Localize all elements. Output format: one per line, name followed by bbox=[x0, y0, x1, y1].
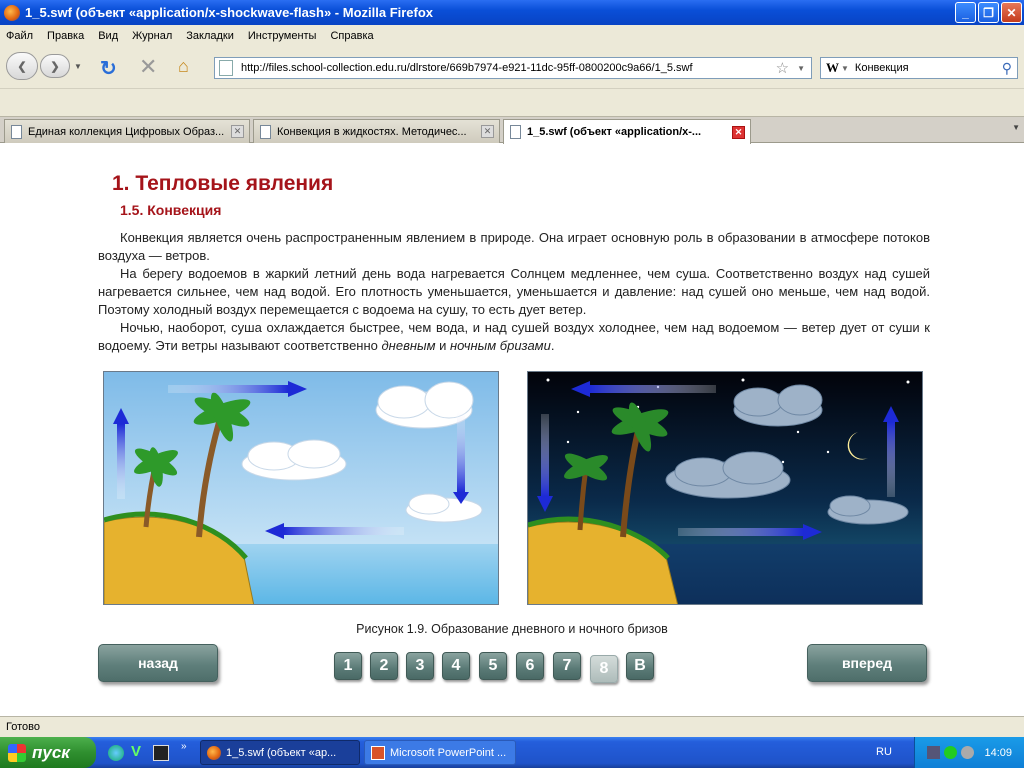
page-button-8-current[interactable]: 8 bbox=[590, 655, 618, 683]
day-breeze-illustration bbox=[103, 371, 499, 605]
wikipedia-icon[interactable]: W bbox=[826, 60, 839, 76]
status-bar: Готово bbox=[0, 716, 1024, 737]
clock: 14:09 bbox=[984, 746, 1012, 759]
menu-edit[interactable]: Правка bbox=[47, 30, 84, 42]
url-text[interactable]: http://files.school-collection.edu.ru/dl… bbox=[241, 62, 776, 74]
page-button-3[interactable]: 3 bbox=[406, 652, 434, 680]
tab-swf-active[interactable]: 1_5.swf (объект «application/x-... ✕ bbox=[503, 119, 751, 144]
paragraph-3: Ночью, наоборот, суша охлаждается быстре… bbox=[98, 319, 930, 355]
minimize-button[interactable]: _ bbox=[955, 2, 976, 23]
night-breeze-term: ночным бризами bbox=[450, 338, 551, 353]
page-icon bbox=[11, 124, 22, 139]
paragraph-3-conj: и bbox=[435, 338, 450, 353]
search-input[interactable]: Конвекция bbox=[855, 62, 1002, 74]
bookmark-star-icon[interactable]: ☆ bbox=[776, 59, 789, 77]
tab-label: Конвекция в жидкостях. Методичес... bbox=[277, 125, 467, 138]
night-breeze-illustration bbox=[527, 371, 923, 605]
tab-label: Единая коллекция Цифровых Образ... bbox=[28, 125, 225, 138]
volume-icon[interactable] bbox=[961, 746, 975, 759]
bookmarks-toolbar bbox=[0, 89, 1024, 117]
close-tab-icon[interactable]: ✕ bbox=[231, 125, 244, 138]
taskbar: пуск V » 1_5.swf (объект «ap... Microsof… bbox=[0, 737, 1024, 768]
page-button-6[interactable]: 6 bbox=[516, 652, 544, 680]
history-dropdown-icon[interactable]: ▼ bbox=[74, 62, 82, 71]
menu-history[interactable]: Журнал bbox=[132, 30, 172, 42]
antivirus-quicklaunch-icon[interactable]: V bbox=[131, 743, 141, 760]
back-button[interactable]: ❮ bbox=[6, 52, 38, 80]
search-icon[interactable]: ⚲ bbox=[1002, 60, 1012, 77]
flash-content: 1. Тепловые явления 1.5. Конвекция Конве… bbox=[0, 144, 1024, 716]
window-title: 1_5.swf (объект «application/x-shockwave… bbox=[25, 5, 434, 20]
paragraph-1: Конвекция является очень распространенны… bbox=[98, 230, 930, 263]
tab-strip: Единая коллекция Цифровых Образ... ✕ Кон… bbox=[0, 117, 1024, 144]
page-button-4[interactable]: 4 bbox=[442, 652, 470, 680]
maximize-button[interactable]: ❐ bbox=[978, 2, 999, 23]
page-title: 1. Тепловые явления bbox=[112, 172, 334, 195]
quicklaunch-expand-icon[interactable]: » bbox=[181, 741, 187, 752]
task-label: Microsoft PowerPoint ... bbox=[390, 746, 507, 759]
page-icon bbox=[219, 60, 233, 76]
firefox-icon bbox=[207, 745, 221, 760]
back-arrow-icon: ❮ bbox=[17, 60, 27, 73]
home-icon[interactable]: ⌂ bbox=[178, 56, 189, 77]
reload-icon[interactable]: ↻ bbox=[100, 56, 117, 81]
address-bar[interactable]: http://files.school-collection.edu.ru/dl… bbox=[214, 57, 812, 79]
windows-logo-icon bbox=[8, 743, 26, 762]
network-icon[interactable] bbox=[927, 746, 941, 759]
close-tab-icon[interactable]: ✕ bbox=[481, 125, 494, 138]
firefox-icon bbox=[4, 4, 20, 21]
browser-window: 1_5.swf (объект «application/x-shockwave… bbox=[0, 0, 1024, 768]
page-icon bbox=[260, 124, 271, 139]
paragraph-3-end: . bbox=[550, 338, 555, 353]
forward-button[interactable]: ❯ bbox=[40, 54, 70, 78]
tab-convection-method[interactable]: Конвекция в жидкостях. Методичес... ✕ bbox=[253, 119, 500, 143]
url-dropdown-icon[interactable]: ▼ bbox=[797, 64, 805, 73]
tab-collection[interactable]: Единая коллекция Цифровых Образ... ✕ bbox=[4, 119, 250, 143]
task-label: 1_5.swf (объект «ap... bbox=[226, 746, 337, 759]
close-tab-icon[interactable]: ✕ bbox=[732, 125, 745, 139]
figure-caption: Рисунок 1.9. Образование дневного и ночн… bbox=[356, 622, 668, 636]
page-icon bbox=[510, 125, 521, 139]
navigation-toolbar: ❮ ❯ ▼ ↻ ✕ ⌂ http://files.school-collecti… bbox=[0, 46, 1024, 89]
forward-arrow-icon: ❯ bbox=[50, 60, 60, 73]
taskbar-item-firefox[interactable]: 1_5.swf (объект «ap... bbox=[200, 740, 360, 765]
menu-tools[interactable]: Инструменты bbox=[248, 30, 317, 42]
forward-nav-button[interactable]: вперед bbox=[807, 644, 927, 682]
ie-quicklaunch-icon[interactable] bbox=[108, 745, 124, 761]
powerpoint-icon bbox=[371, 745, 385, 760]
menu-bar: Файл Правка Вид Журнал Закладки Инструме… bbox=[0, 25, 1024, 46]
title-bar: 1_5.swf (объект «application/x-shockwave… bbox=[0, 0, 1024, 25]
day-breeze-term: дневным bbox=[381, 338, 436, 353]
body-text: Конвекция является очень распространенны… bbox=[98, 229, 930, 355]
search-bar[interactable]: W ▼ Конвекция ⚲ bbox=[820, 57, 1018, 79]
back-nav-button[interactable]: назад bbox=[98, 644, 218, 682]
paragraph-2: На берегу водоемов в жаркий летний день … bbox=[98, 266, 930, 317]
search-engine-dropdown-icon[interactable]: ▼ bbox=[841, 64, 849, 73]
start-label: пуск bbox=[32, 742, 70, 762]
start-button[interactable]: пуск bbox=[0, 737, 96, 768]
close-button[interactable]: ✕ bbox=[1001, 2, 1022, 23]
stop-icon[interactable]: ✕ bbox=[139, 54, 157, 80]
menu-bookmarks[interactable]: Закладки bbox=[186, 30, 234, 42]
page-button-2[interactable]: 2 bbox=[370, 652, 398, 680]
tab-label: 1_5.swf (объект «application/x-... bbox=[527, 126, 702, 138]
taskbar-item-powerpoint[interactable]: Microsoft PowerPoint ... bbox=[364, 740, 516, 765]
page-button-7[interactable]: 7 bbox=[553, 652, 581, 680]
menu-file[interactable]: Файл bbox=[6, 30, 33, 42]
tab-list-dropdown-icon[interactable]: ▼ bbox=[1012, 123, 1020, 132]
antivirus-tray-icon[interactable] bbox=[944, 746, 958, 759]
app-quicklaunch-icon[interactable] bbox=[153, 745, 169, 761]
section-title: 1.5. Конвекция bbox=[120, 202, 222, 218]
page-button-5[interactable]: 5 bbox=[479, 652, 507, 680]
page-button-questions[interactable]: В bbox=[626, 652, 654, 680]
language-indicator[interactable]: RU bbox=[876, 746, 892, 758]
page-button-1[interactable]: 1 bbox=[334, 652, 362, 680]
menu-help[interactable]: Справка bbox=[330, 30, 373, 42]
menu-view[interactable]: Вид bbox=[98, 30, 118, 42]
system-tray: 14:09 bbox=[914, 737, 1024, 768]
